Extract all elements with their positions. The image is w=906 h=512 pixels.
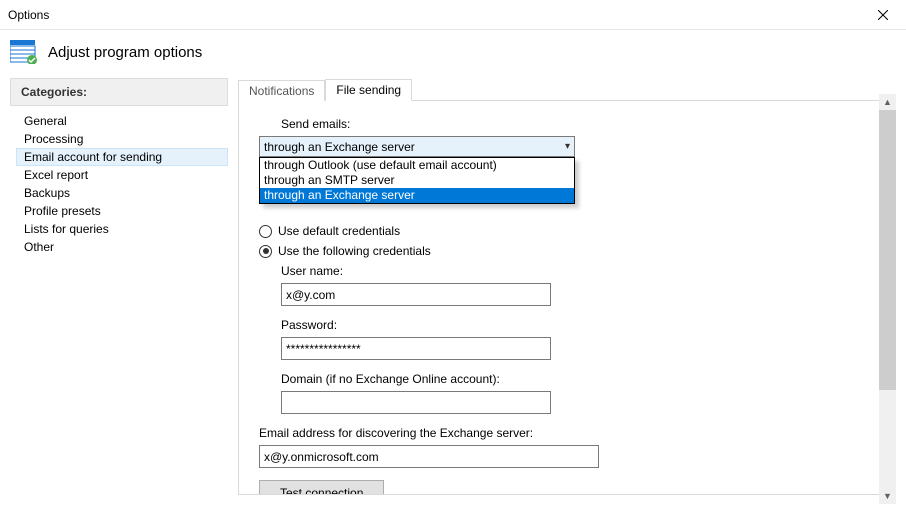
dropdown-option-outlook[interactable]: through Outlook (use default email accou… (260, 158, 574, 173)
sidebar-item-email-account[interactable]: Email account for sending (16, 148, 228, 166)
radio-following-credentials[interactable]: Use the following credentials (259, 244, 875, 258)
send-emails-value: through an Exchange server (264, 140, 415, 154)
radio-icon (259, 225, 272, 238)
scroll-down-icon[interactable]: ▼ (879, 488, 896, 504)
window-title: Options (8, 8, 49, 22)
tabs: Notifications File sending (238, 78, 896, 100)
radio-checked-icon (259, 245, 272, 258)
sidebar-item-profile-presets[interactable]: Profile presets (16, 202, 228, 220)
password-label: Password: (281, 318, 875, 332)
radio-following-label: Use the following credentials (278, 244, 431, 258)
sidebar-list: General Processing Email account for sen… (10, 112, 228, 256)
dropdown-option-exchange[interactable]: through an Exchange server (260, 188, 574, 203)
sidebar-item-lists-queries[interactable]: Lists for queries (16, 220, 228, 238)
sidebar: Categories: General Processing Email acc… (10, 78, 228, 508)
test-connection-button[interactable]: Test connection (259, 480, 384, 495)
domain-label: Domain (if no Exchange Online account): (281, 372, 875, 386)
close-button[interactable] (860, 0, 906, 30)
password-group: Password: (281, 318, 875, 360)
main-content: Categories: General Processing Email acc… (0, 78, 906, 508)
password-input[interactable] (281, 337, 551, 360)
username-group: User name: (281, 264, 875, 306)
dropdown-option-smtp[interactable]: through an SMTP server (260, 173, 574, 188)
tab-notifications[interactable]: Notifications (238, 80, 325, 101)
domain-group: Domain (if no Exchange Online account): (281, 372, 875, 414)
chevron-down-icon: ▾ (565, 141, 570, 152)
tab-panel: Send emails: through an Exchange server … (238, 100, 896, 495)
titlebar: Options (0, 0, 906, 30)
content-area: Notifications File sending Send emails: … (238, 78, 896, 508)
discovery-label: Email address for discovering the Exchan… (259, 426, 875, 440)
send-emails-dropdown[interactable]: through Outlook (use default email accou… (259, 157, 575, 204)
send-emails-select[interactable]: through an Exchange server ▾ (259, 136, 575, 157)
options-icon (10, 40, 38, 64)
sidebar-item-backups[interactable]: Backups (16, 184, 228, 202)
sidebar-item-excel-report[interactable]: Excel report (16, 166, 228, 184)
scrollbar[interactable]: ▲ ▼ (879, 94, 896, 504)
page-header: Adjust program options (0, 30, 906, 78)
sidebar-item-general[interactable]: General (16, 112, 228, 130)
domain-input[interactable] (281, 391, 551, 414)
scrollbar-thumb[interactable] (879, 110, 896, 390)
tab-file-sending[interactable]: File sending (325, 79, 412, 101)
radio-default-label: Use default credentials (278, 224, 400, 238)
sidebar-heading: Categories: (10, 78, 228, 106)
username-input[interactable] (281, 283, 551, 306)
radio-default-credentials[interactable]: Use default credentials (259, 224, 875, 238)
discovery-input[interactable] (259, 445, 599, 468)
page-title: Adjust program options (48, 44, 202, 61)
discovery-group: Email address for discovering the Exchan… (259, 426, 875, 468)
sidebar-item-other[interactable]: Other (16, 238, 228, 256)
send-emails-label: Send emails: (281, 117, 875, 131)
close-icon (878, 10, 888, 20)
username-label: User name: (281, 264, 875, 278)
sidebar-item-processing[interactable]: Processing (16, 130, 228, 148)
